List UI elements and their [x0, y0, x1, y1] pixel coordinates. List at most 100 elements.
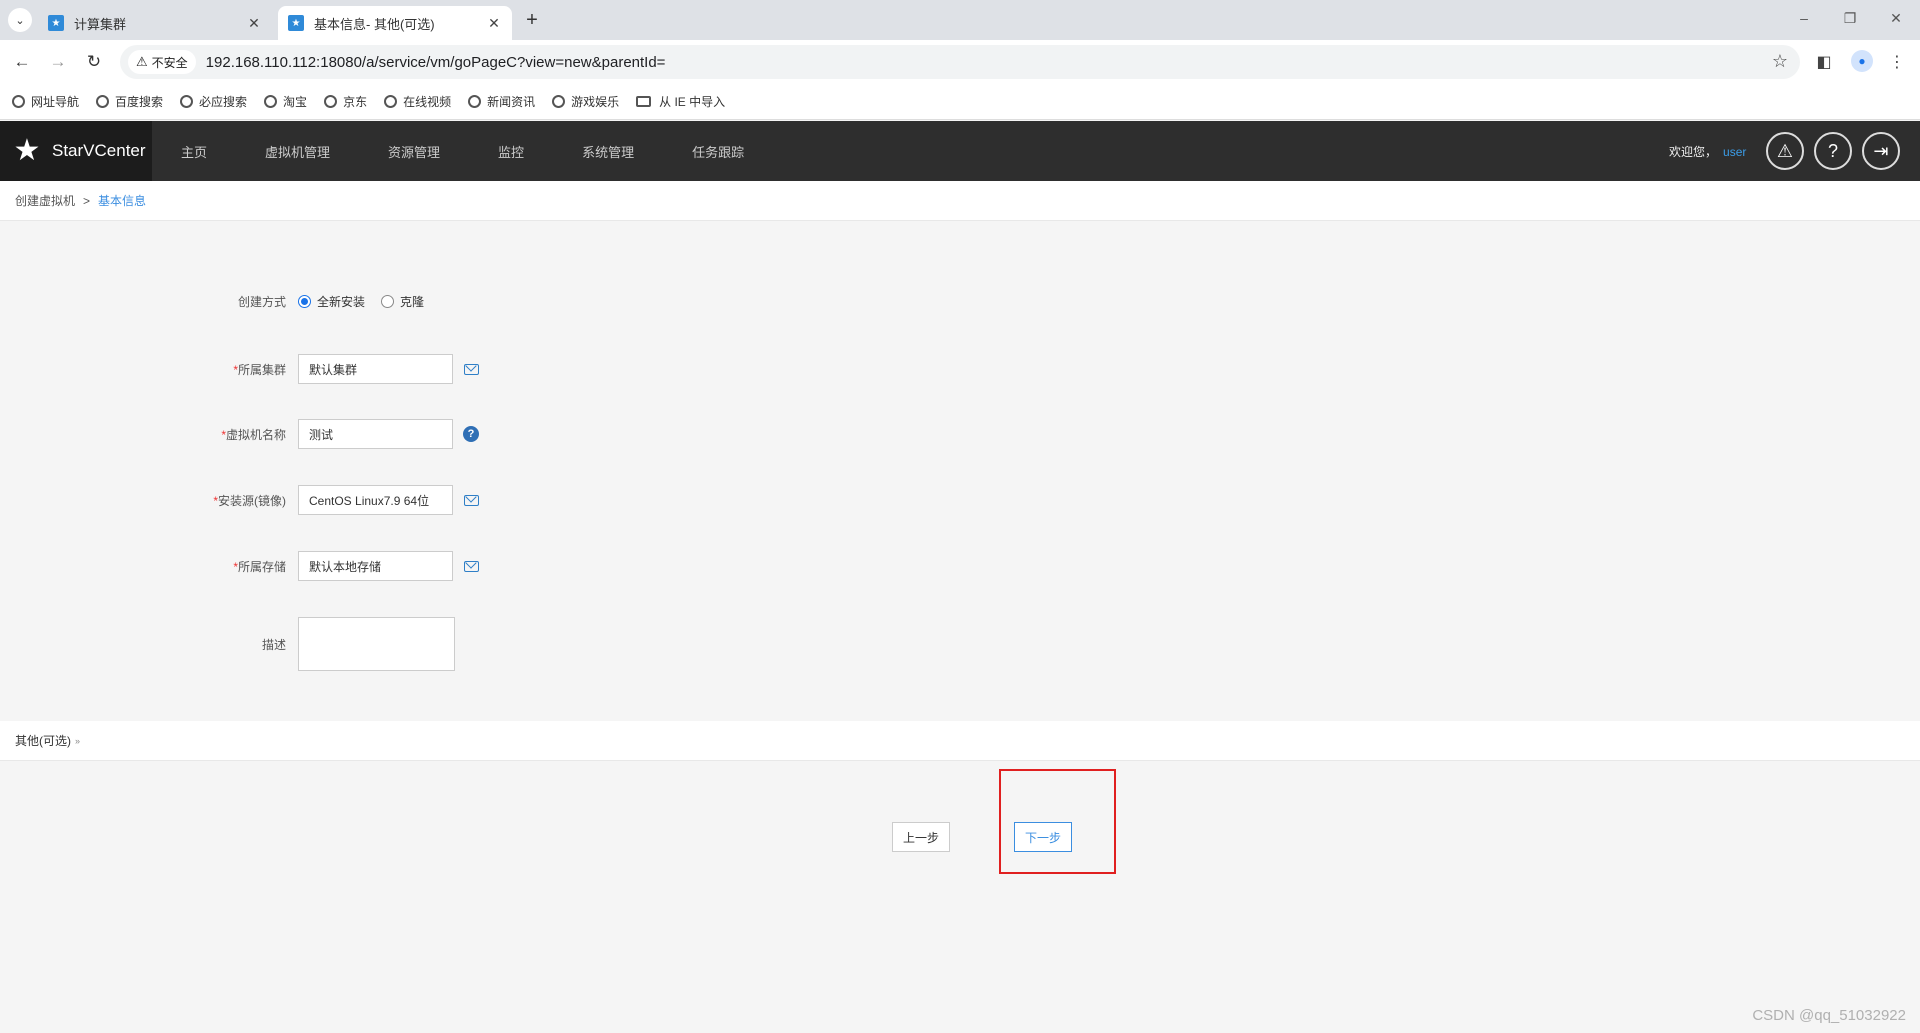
install-source-label-text: 安装源(镜像)	[218, 493, 286, 508]
other-optional-toggle[interactable]: 其他(可选) »	[0, 721, 1920, 761]
bookmark-item[interactable]: 百度搜索	[96, 93, 163, 110]
vm-name-label: *虚拟机名称	[0, 426, 298, 443]
vm-basic-info-form: 创建方式 全新安装 克隆 *所属集群 *虚拟机名称 ? *安装源(镜像) *所属…	[0, 221, 1920, 721]
bookmark-item[interactable]: 新闻资讯	[468, 93, 535, 110]
storage-row: *所属存储	[0, 551, 479, 581]
breadcrumb-current: 基本信息	[98, 194, 147, 208]
bookmark-item[interactable]: 在线视频	[384, 93, 451, 110]
bookmark-item[interactable]: 必应搜索	[180, 93, 247, 110]
radio-clone-label[interactable]: 克隆	[400, 293, 424, 310]
install-source-row: *安装源(镜像)	[0, 485, 479, 515]
alert-icon[interactable]: ⚠	[1766, 132, 1804, 170]
breadcrumb-parent[interactable]: 创建虚拟机	[15, 192, 75, 209]
vm-name-label-text: 虚拟机名称	[225, 427, 286, 442]
tab-search-button[interactable]: ⌄	[8, 8, 32, 32]
bookmark-label: 新闻资讯	[487, 95, 536, 109]
close-tab-icon[interactable]: ✕	[246, 15, 262, 32]
security-label: 不安全	[151, 55, 188, 70]
tab-title: 基本信息- 其他(可选)	[314, 16, 435, 32]
question-help-icon: ?	[463, 426, 479, 442]
logout-icon[interactable]: ⇥	[1862, 132, 1900, 170]
bookmarks-bar: 网址导航 百度搜索 必应搜索 淘宝 京东 在线视频 新闻资讯 游戏娱乐 从 IE…	[0, 84, 1920, 120]
close-window-icon[interactable]: ✕	[1886, 10, 1906, 27]
username-link[interactable]: user	[1723, 145, 1746, 159]
bookmark-label: 在线视频	[403, 95, 452, 109]
forward-icon[interactable]: →	[48, 52, 68, 72]
logo[interactable]: ★ StarVCenter	[0, 121, 152, 181]
globe-icon	[324, 95, 338, 108]
more-menu-icon[interactable]: ⋮	[1887, 52, 1907, 72]
create-method-radio-group: 全新安装 克隆	[298, 293, 440, 310]
nav-item-vm-management[interactable]: 虚拟机管理	[236, 142, 359, 161]
nav-item-system-management[interactable]: 系统管理	[553, 142, 663, 161]
create-method-label: 创建方式	[237, 294, 286, 309]
security-chip[interactable]: ⚠ 不安全	[128, 50, 196, 74]
cluster-row: *所属集群	[0, 354, 479, 384]
nav-item-monitoring[interactable]: 监控	[469, 142, 553, 161]
vm-name-input[interactable]	[298, 419, 453, 449]
browser-tab-cluster[interactable]: ★ 计算集群 ✕	[38, 6, 272, 40]
bookmark-label: 百度搜索	[115, 95, 164, 109]
storage-input[interactable]	[298, 551, 453, 581]
cluster-label: *所属集群	[0, 361, 298, 378]
main-nav: 主页 虚拟机管理 资源管理 监控 系统管理 任务跟踪	[152, 121, 773, 181]
app-header: ★ StarVCenter 主页 虚拟机管理 资源管理 监控 系统管理 任务跟踪…	[0, 121, 1920, 181]
bookmark-item[interactable]: 游戏娱乐	[552, 93, 619, 110]
cluster-input[interactable]	[298, 354, 453, 384]
starvcenter-favicon-icon: ★	[288, 15, 304, 31]
description-textarea[interactable]	[298, 617, 455, 671]
bookmark-item[interactable]: 网址导航	[12, 93, 79, 110]
logo-text: StarVCenter	[52, 141, 146, 160]
new-tab-button[interactable]: +	[520, 8, 544, 32]
red-highlight-box	[999, 769, 1116, 874]
install-source-label: *安装源(镜像)	[0, 492, 298, 509]
address-bar[interactable]: ⚠ 不安全 192.168.110.112:18080/a/service/vm…	[120, 45, 1800, 79]
side-panel-icon[interactable]: ◧	[1814, 52, 1834, 72]
create-method-row: 创建方式 全新安装 克隆	[0, 291, 440, 311]
storage-picker-mail-icon[interactable]	[463, 558, 479, 574]
browser-tab-basic-info[interactable]: ★ 基本信息- 其他(可选) ✕	[278, 6, 512, 40]
browser-toolbar: ← → ↻ ⚠ 不安全 192.168.110.112:18080/a/serv…	[0, 40, 1920, 84]
nav-item-home[interactable]: 主页	[152, 142, 236, 161]
bookmark-folder[interactable]: 从 IE 中导入	[636, 93, 725, 110]
bookmark-label: 京东	[343, 95, 368, 109]
description-label: 描述	[261, 637, 286, 652]
globe-icon	[552, 95, 566, 108]
mail-icon	[463, 560, 479, 572]
back-icon[interactable]: ←	[12, 52, 32, 72]
prev-step-button[interactable]: 上一步	[892, 822, 950, 852]
cluster-picker-mail-icon[interactable]	[463, 361, 479, 377]
description-row: 描述	[0, 617, 455, 671]
warning-icon: ⚠	[136, 54, 148, 69]
vm-name-help[interactable]: ?	[463, 426, 479, 442]
radio-clone[interactable]	[381, 294, 395, 308]
vm-name-row: *虚拟机名称 ?	[0, 419, 479, 449]
nav-item-task-tracking[interactable]: 任务跟踪	[663, 142, 773, 161]
mail-icon	[463, 363, 479, 375]
globe-icon	[468, 95, 482, 108]
profile-avatar-icon[interactable]: ●	[1851, 50, 1873, 72]
close-tab-icon[interactable]: ✕	[486, 15, 502, 32]
restore-icon[interactable]: ❐	[1840, 10, 1860, 27]
bookmark-item[interactable]: 淘宝	[264, 93, 307, 110]
storage-label: *所属存储	[0, 558, 298, 575]
install-source-input[interactable]	[298, 485, 453, 515]
cluster-label-text: 所属集群	[237, 362, 286, 377]
starvcenter-logo-icon: ★	[13, 134, 41, 167]
url-text[interactable]: 192.168.110.112:18080/a/service/vm/goPag…	[206, 54, 666, 71]
install-source-picker-mail-icon[interactable]	[463, 492, 479, 508]
globe-icon	[264, 95, 278, 108]
welcome-text: 欢迎您， user	[1669, 143, 1746, 160]
globe-icon	[384, 95, 398, 108]
minimize-icon[interactable]: –	[1794, 10, 1814, 26]
bookmark-star-icon[interactable]: ☆	[1772, 51, 1788, 72]
help-icon[interactable]: ?	[1814, 132, 1852, 170]
radio-fresh-install[interactable]	[298, 294, 311, 308]
reload-icon[interactable]: ↻	[84, 52, 104, 72]
radio-fresh-install-label[interactable]: 全新安装	[317, 293, 365, 310]
other-optional-label: 其他(可选)	[15, 734, 71, 748]
globe-icon	[12, 95, 25, 108]
nav-item-resource-management[interactable]: 资源管理	[359, 142, 469, 161]
bookmark-item[interactable]: 京东	[324, 93, 367, 110]
globe-icon	[96, 95, 110, 108]
